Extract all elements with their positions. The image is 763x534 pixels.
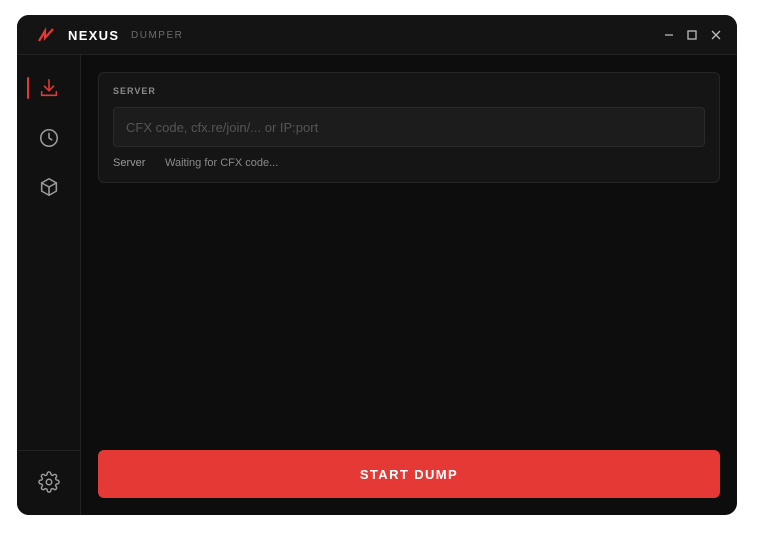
clock-icon [39,128,59,148]
app-subtitle: DUMPER [131,30,184,41]
maximize-icon[interactable] [686,29,698,41]
sidebar [17,55,81,515]
server-status-label: Server [113,157,146,169]
sidebar-item-settings[interactable] [17,462,81,502]
server-status-value: Waiting for CFX code... [165,157,279,169]
title-bar[interactable]: NEXUS DUMPER [17,15,737,55]
gear-icon [38,471,60,493]
server-section-label: SERVER [113,86,156,96]
server-input[interactable] [113,107,705,147]
minimize-icon[interactable] [663,29,675,41]
start-dump-button[interactable]: START DUMP [98,450,720,498]
sidebar-item-resources[interactable] [17,167,81,207]
box-icon [40,177,58,197]
close-icon[interactable] [710,29,722,41]
download-icon [40,78,58,97]
sidebar-divider [17,450,80,451]
app-name: NEXUS [68,28,120,43]
server-card: SERVER Server Waiting for CFX code... [98,72,720,183]
sidebar-item-history[interactable] [17,118,81,158]
nexus-logo-icon [38,27,54,42]
app-window: NEXUS DUMPER SERVER CFX code, cfx.re/joi… [17,15,737,515]
sidebar-item-dump[interactable] [17,68,81,108]
